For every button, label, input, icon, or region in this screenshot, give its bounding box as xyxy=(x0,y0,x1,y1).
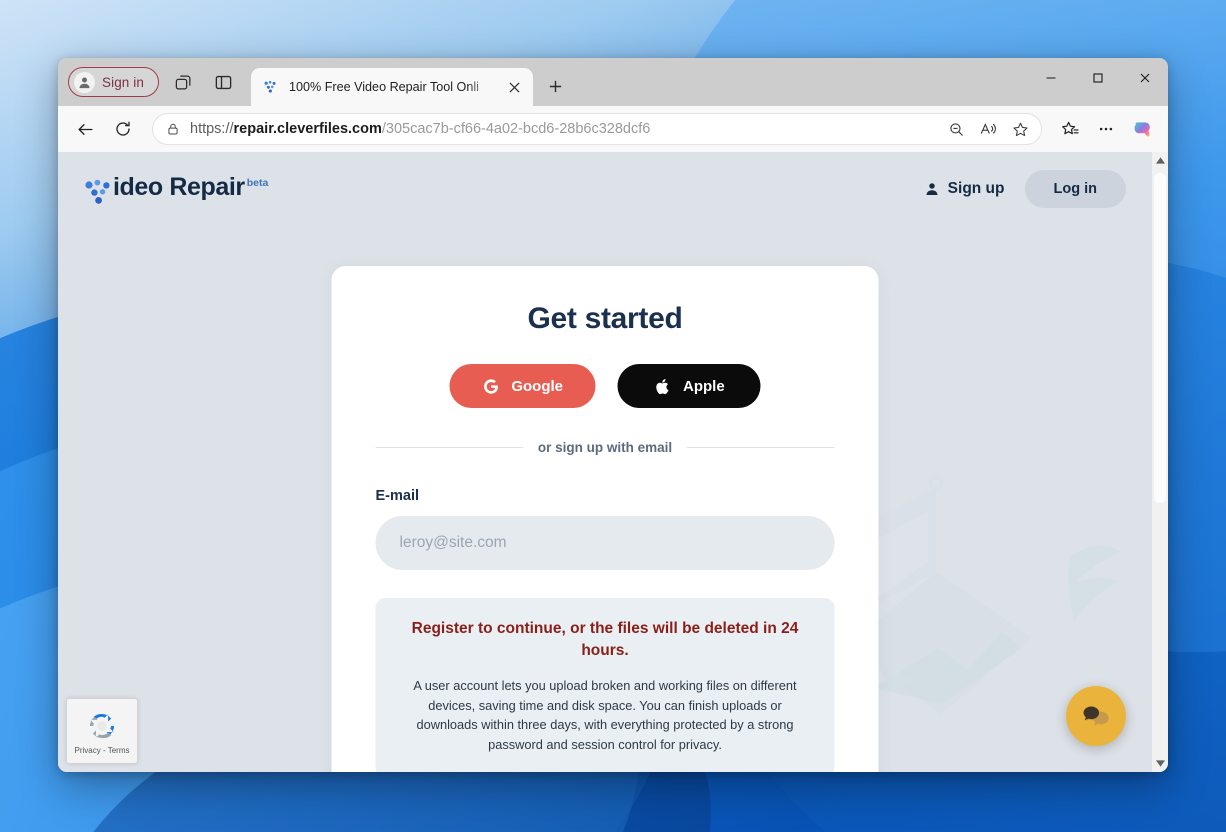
window-controls xyxy=(1027,58,1168,98)
zoom-out-icon[interactable] xyxy=(941,114,971,144)
video-repair-favicon xyxy=(263,79,280,96)
notice-body: A user account lets you upload broken an… xyxy=(413,677,797,753)
apple-icon xyxy=(653,377,672,396)
browser-tab[interactable]: 100% Free Video Repair Tool Onli xyxy=(250,68,533,106)
navigation-bar: https://repair.cleverfiles.com/305cac7b-… xyxy=(58,106,1168,152)
google-icon xyxy=(481,377,500,396)
browser-viewport: ideo Repair beta Sign up Log in Get star… xyxy=(58,152,1168,772)
browser-window: Sign in 100% Free Video Repair Tool Onli… xyxy=(58,58,1168,772)
recaptcha-terms-label[interactable]: Privacy - Terms xyxy=(75,746,130,755)
reload-button[interactable] xyxy=(106,112,140,146)
notice-title: Register to continue, or the files will … xyxy=(411,620,799,660)
scrollbar-thumb[interactable] xyxy=(1154,173,1166,503)
web-page: ideo Repair beta Sign up Log in Get star… xyxy=(58,152,1152,772)
read-aloud-icon[interactable] xyxy=(973,114,1003,144)
social-login-row: Google Apple xyxy=(376,364,835,408)
address-bar[interactable]: https://repair.cleverfiles.com/305cac7b-… xyxy=(152,113,1042,145)
chat-widget-button[interactable] xyxy=(1066,686,1126,746)
site-logo[interactable]: ideo Repair beta xyxy=(84,172,268,207)
scroll-up-arrow[interactable] xyxy=(1152,152,1168,169)
close-icon[interactable] xyxy=(505,77,525,97)
signup-card: Get started Google Apple or sign up with… xyxy=(331,266,879,772)
tab-strip: Sign in 100% Free Video Repair Tool Onli xyxy=(58,58,1168,106)
login-button[interactable]: Log in xyxy=(1024,170,1126,208)
address-bar-url: https://repair.cleverfiles.com/305cac7b-… xyxy=(190,121,651,137)
scrollbar-track[interactable] xyxy=(1152,169,1168,755)
collections-icon[interactable] xyxy=(1054,113,1086,145)
page-title: Get started xyxy=(527,302,683,335)
apple-signin-button[interactable]: Apple xyxy=(617,364,761,408)
site-logo-badge: beta xyxy=(246,176,269,189)
site-header: ideo Repair beta Sign up Log in xyxy=(58,152,1152,226)
browser-signin-button[interactable]: Sign in xyxy=(68,67,159,97)
site-logo-text: ideo Repair xyxy=(113,172,245,201)
signup-link[interactable]: Sign up xyxy=(924,180,1005,198)
google-signin-label: Google xyxy=(511,377,563,395)
site-header-actions: Sign up Log in xyxy=(924,170,1126,208)
chat-bubbles-icon xyxy=(1081,701,1112,732)
scroll-down-arrow[interactable] xyxy=(1152,755,1168,772)
workspaces-icon[interactable] xyxy=(169,67,199,97)
signup-label: Sign up xyxy=(947,180,1005,197)
copilot-icon[interactable] xyxy=(1126,113,1158,145)
split-screen-icon[interactable] xyxy=(209,67,239,97)
email-input[interactable] xyxy=(375,516,835,570)
minimize-button[interactable] xyxy=(1027,58,1074,98)
registration-notice: Register to continue, or the files will … xyxy=(375,598,835,772)
lock-icon xyxy=(166,122,180,136)
account-avatar-icon xyxy=(74,71,95,93)
star-icon[interactable] xyxy=(1005,114,1035,144)
browser-signin-label: Sign in xyxy=(102,74,144,90)
divider-label: or sign up with email xyxy=(537,440,673,455)
browser-tab-title: 100% Free Video Repair Tool Onli xyxy=(288,80,479,94)
email-divider: or sign up with email xyxy=(375,440,835,455)
address-bar-actions xyxy=(941,114,1035,144)
divider-line-right xyxy=(686,447,835,448)
back-button[interactable] xyxy=(68,112,102,146)
recaptcha-icon xyxy=(84,708,120,744)
maximize-button[interactable] xyxy=(1074,58,1121,98)
ellipsis-icon[interactable] xyxy=(1090,113,1122,145)
recaptcha-badge[interactable]: Privacy - Terms xyxy=(66,698,138,764)
new-tab-button[interactable] xyxy=(541,71,571,101)
divider-line-left xyxy=(375,447,524,448)
person-icon xyxy=(924,181,940,197)
close-button[interactable] xyxy=(1121,58,1168,98)
apple-signin-label: Apple xyxy=(683,377,725,395)
page-scrollbar[interactable] xyxy=(1152,152,1168,772)
email-label: E-mail xyxy=(375,488,420,504)
google-signin-button[interactable]: Google xyxy=(449,364,595,408)
